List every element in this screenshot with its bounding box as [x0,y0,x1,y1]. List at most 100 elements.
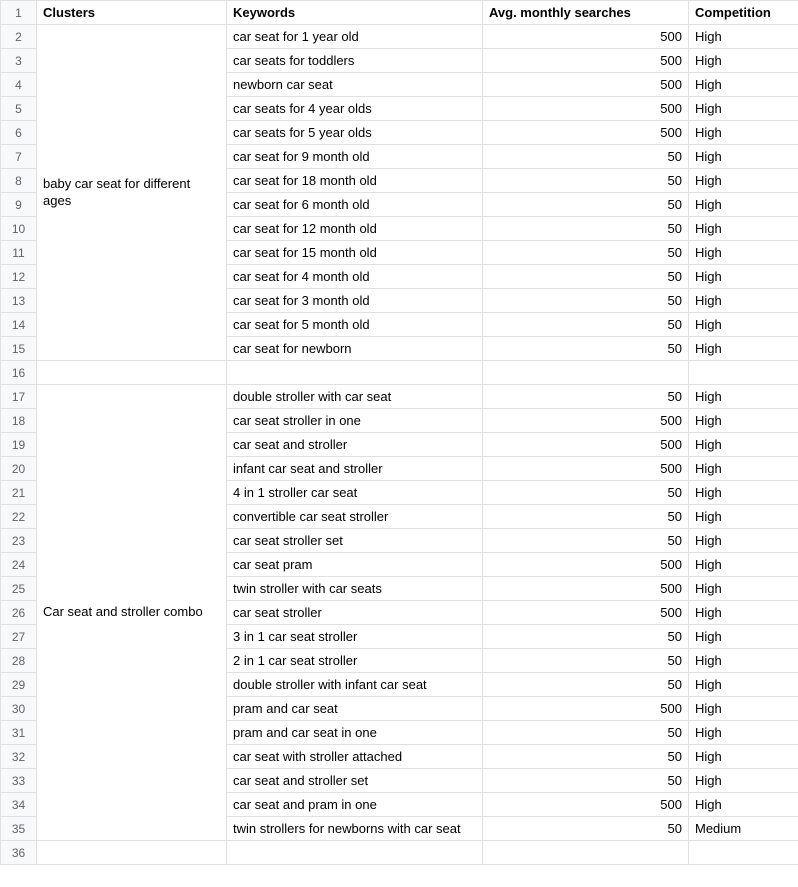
competition-cell[interactable]: High [689,409,798,433]
searches-cell[interactable]: 500 [483,601,689,625]
row-number[interactable]: 28 [1,649,37,673]
row-number[interactable]: 32 [1,745,37,769]
keyword-cell[interactable]: car seats for toddlers [227,49,483,73]
searches-cell[interactable]: 50 [483,241,689,265]
searches-cell[interactable]: 500 [483,73,689,97]
keyword-cell[interactable]: car seat for 6 month old [227,193,483,217]
searches-cell[interactable]: 500 [483,25,689,49]
searches-cell[interactable]: 50 [483,145,689,169]
searches-cell[interactable]: 50 [483,673,689,697]
competition-cell[interactable]: High [689,73,798,97]
keyword-cell[interactable]: car seats for 5 year olds [227,121,483,145]
searches-cell[interactable]: 50 [483,625,689,649]
competition-cell[interactable]: High [689,673,798,697]
searches-cell[interactable]: 500 [483,577,689,601]
row-number[interactable]: 30 [1,697,37,721]
keyword-cell[interactable]: infant car seat and stroller [227,457,483,481]
row-number[interactable]: 20 [1,457,37,481]
row-number[interactable]: 27 [1,625,37,649]
searches-cell[interactable]: 50 [483,385,689,409]
searches-cell[interactable]: 50 [483,289,689,313]
keyword-cell[interactable]: car seat pram [227,553,483,577]
searches-cell[interactable]: 50 [483,769,689,793]
searches-cell[interactable]: 500 [483,121,689,145]
searches-cell[interactable]: 500 [483,97,689,121]
keyword-cell[interactable]: twin stroller with car seats [227,577,483,601]
row-number[interactable]: 13 [1,289,37,313]
searches-cell[interactable]: 50 [483,193,689,217]
searches-cell[interactable]: 50 [483,529,689,553]
competition-cell[interactable]: High [689,793,798,817]
keyword-cell[interactable] [227,841,483,865]
competition-cell[interactable]: High [689,433,798,457]
competition-cell[interactable]: Medium [689,817,798,841]
keyword-cell[interactable]: car seat for 1 year old [227,25,483,49]
cluster-cell[interactable]: baby car seat for different ages [37,25,227,361]
competition-cell[interactable] [689,361,798,385]
keyword-cell[interactable]: 2 in 1 car seat stroller [227,649,483,673]
row-number[interactable]: 15 [1,337,37,361]
row-number[interactable]: 18 [1,409,37,433]
row-number[interactable]: 16 [1,361,37,385]
column-header-clusters[interactable]: Clusters [37,1,227,25]
competition-cell[interactable]: High [689,505,798,529]
keyword-cell[interactable]: car seats for 4 year olds [227,97,483,121]
row-number[interactable]: 7 [1,145,37,169]
row-number[interactable]: 9 [1,193,37,217]
keyword-cell[interactable]: double stroller with car seat [227,385,483,409]
keyword-cell[interactable]: car seat stroller set [227,529,483,553]
competition-cell[interactable]: High [689,601,798,625]
searches-cell[interactable]: 500 [483,49,689,73]
competition-cell[interactable]: High [689,97,798,121]
row-number[interactable]: 6 [1,121,37,145]
column-header-competition[interactable]: Competition [689,1,798,25]
row-number[interactable]: 14 [1,313,37,337]
keyword-cell[interactable]: 3 in 1 car seat stroller [227,625,483,649]
row-number[interactable]: 19 [1,433,37,457]
competition-cell[interactable]: High [689,385,798,409]
competition-cell[interactable]: High [689,217,798,241]
competition-cell[interactable]: High [689,697,798,721]
keyword-cell[interactable]: car seat for 3 month old [227,289,483,313]
competition-cell[interactable]: High [689,289,798,313]
keyword-cell[interactable]: car seat for 9 month old [227,145,483,169]
spreadsheet-table[interactable]: 1ClustersKeywordsAvg. monthly searchesCo… [0,0,798,865]
competition-cell[interactable]: High [689,121,798,145]
row-number[interactable]: 21 [1,481,37,505]
competition-cell[interactable]: High [689,265,798,289]
searches-cell[interactable]: 500 [483,409,689,433]
row-number[interactable]: 31 [1,721,37,745]
competition-cell[interactable]: High [689,49,798,73]
keyword-cell[interactable]: car seat for 15 month old [227,241,483,265]
keyword-cell[interactable]: car seat for 5 month old [227,313,483,337]
competition-cell[interactable]: High [689,721,798,745]
competition-cell[interactable]: High [689,457,798,481]
column-header-searches[interactable]: Avg. monthly searches [483,1,689,25]
competition-cell[interactable]: High [689,745,798,769]
competition-cell[interactable]: High [689,169,798,193]
row-number[interactable]: 22 [1,505,37,529]
row-number[interactable]: 24 [1,553,37,577]
row-number[interactable]: 36 [1,841,37,865]
competition-cell[interactable]: High [689,337,798,361]
cluster-cell[interactable]: Car seat and stroller combo [37,385,227,841]
cluster-cell[interactable] [37,361,227,385]
row-number[interactable]: 5 [1,97,37,121]
competition-cell[interactable] [689,841,798,865]
keyword-cell[interactable]: double stroller with infant car seat [227,673,483,697]
keyword-cell[interactable]: convertible car seat stroller [227,505,483,529]
keyword-cell[interactable]: car seat and stroller set [227,769,483,793]
keyword-cell[interactable]: car seat for 4 month old [227,265,483,289]
keyword-cell[interactable]: car seat with stroller attached [227,745,483,769]
searches-cell[interactable]: 500 [483,793,689,817]
keyword-cell[interactable]: 4 in 1 stroller car seat [227,481,483,505]
row-number[interactable]: 35 [1,817,37,841]
keyword-cell[interactable]: newborn car seat [227,73,483,97]
searches-cell[interactable]: 50 [483,817,689,841]
competition-cell[interactable]: High [689,241,798,265]
searches-cell[interactable]: 50 [483,337,689,361]
keyword-cell[interactable]: car seat for 12 month old [227,217,483,241]
competition-cell[interactable]: High [689,313,798,337]
searches-cell[interactable] [483,361,689,385]
row-number[interactable]: 4 [1,73,37,97]
